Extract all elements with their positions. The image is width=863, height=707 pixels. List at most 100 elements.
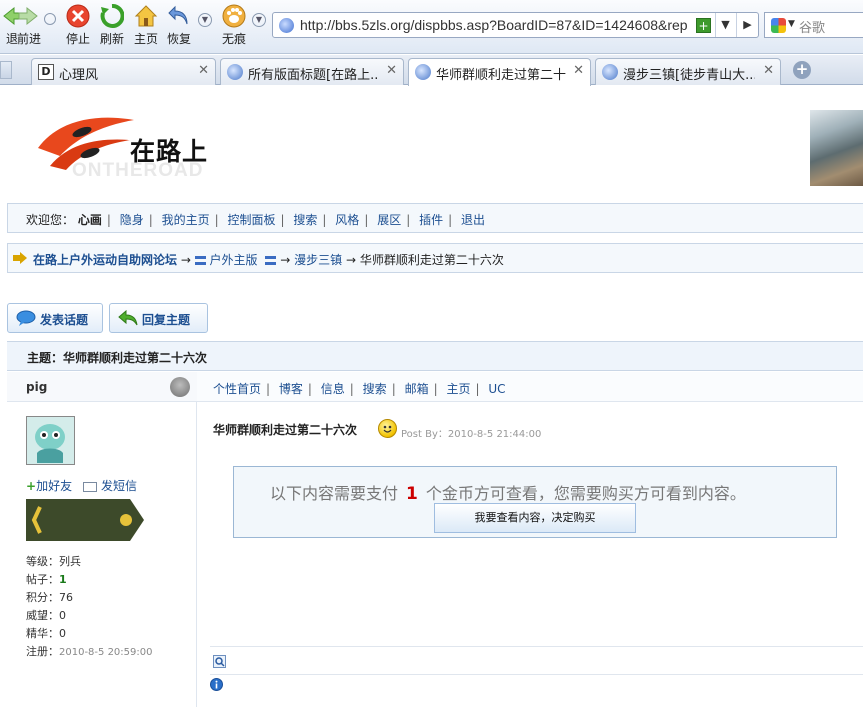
address-dropdown-icon[interactable]: ▼ [715, 13, 735, 37]
tab-close-icon[interactable]: ✕ [573, 63, 584, 78]
stop-button[interactable]: 停止 [64, 4, 92, 47]
google-icon [771, 18, 786, 33]
board-icon [194, 256, 206, 265]
author-header: pig [7, 372, 197, 402]
avatar[interactable] [26, 416, 75, 465]
home-icon [134, 5, 158, 27]
nav-link-logout[interactable]: 退出 [461, 213, 485, 227]
post-link-bar: 个性首页 | 博客 | 信息 | 搜索 | 邮箱 | 主页 | UC [197, 372, 863, 402]
address-url[interactable]: http://bbs.5zls.org/dispbbs.asp?BoardID=… [300, 17, 688, 33]
speech-bubble-icon [16, 310, 36, 326]
nav-link-my-home[interactable]: 我的主页 [162, 213, 210, 227]
post-title: 华师群顺利走过第二十六次 [213, 423, 358, 437]
author-link-blog[interactable]: 博客 [279, 382, 303, 396]
refresh-icon [100, 4, 124, 28]
nav-link-style[interactable]: 风格 [335, 213, 359, 227]
tab-xinlifeng[interactable]: D 心理风 ✕ [31, 58, 216, 85]
search-box[interactable]: ▼ 谷歌 [764, 12, 863, 38]
paw-icon [222, 4, 246, 28]
forum-favicon-icon [227, 64, 243, 80]
nav-link-plugins[interactable]: 插件 [419, 213, 443, 227]
stat-points: 积分：76 [26, 591, 73, 604]
new-topic-button[interactable]: 发表话题 [7, 303, 103, 333]
topic-title-bar: 主题：华师群顺利走过第二十六次 [7, 341, 863, 371]
info-icon[interactable] [210, 678, 223, 691]
nav-link-control-panel[interactable]: 控制面板 [228, 213, 276, 227]
tab-all-boards[interactable]: 所有版面标题[在路上... ✕ [220, 58, 404, 85]
nav-link-search[interactable]: 搜索 [293, 213, 317, 227]
stat-posts: 帖子：1 [26, 573, 67, 586]
pay-message: 以下内容需要支付 1 个金币方可查看，您需要购买方可看到内容。 [270, 484, 746, 504]
stat-registered: 注册：2010-8-5 20:59:00 [26, 645, 153, 658]
banner-photo [810, 110, 863, 186]
forum-favicon-icon [602, 64, 618, 80]
tab-close-icon[interactable]: ✕ [198, 63, 209, 78]
forum-favicon-icon [415, 64, 431, 80]
tab-manbu[interactable]: 漫步三镇[徒步青山大... ✕ [595, 58, 781, 85]
stat-prestige: 威望：0 [26, 609, 66, 622]
add-favorite-icon[interactable]: + [696, 18, 711, 33]
plus-icon: + [26, 479, 37, 493]
stat-essence: 精华：0 [26, 627, 66, 640]
paid-content-box: 以下内容需要支付 1 个金币方可查看，您需要购买方可看到内容。 我要查看内容，决定购… [233, 466, 837, 538]
divider [210, 646, 863, 647]
offline-status-icon [170, 377, 190, 397]
tab-current-topic[interactable]: 华师群顺利走过第二十... ✕ [408, 58, 591, 86]
incognito-button[interactable]: 无痕 [218, 4, 250, 47]
send-message-link[interactable]: 发短信 [83, 477, 137, 494]
author-link-homepage[interactable]: 主页 [446, 382, 470, 396]
go-arrow-icon[interactable]: ▶ [736, 13, 758, 37]
restore-button[interactable]: 恢复 [165, 4, 193, 47]
author-link-profile[interactable]: 个性首页 [213, 382, 261, 396]
undo-arrow-icon [168, 5, 188, 25]
tab-scroll-left[interactable] [0, 61, 12, 79]
reply-topic-button[interactable]: 回复主题 [109, 303, 208, 333]
page-icon [279, 18, 294, 33]
author-link-uc[interactable]: UC [488, 382, 505, 396]
rank-insignia-icon [26, 499, 144, 541]
author-name[interactable]: pig [26, 380, 47, 394]
tab-close-icon[interactable]: ✕ [386, 63, 397, 78]
welcome-bar: 欢迎您： 心画 | 隐身 | 我的主页 | 控制面板 | 搜索 | 风格 | 展区 | 插件 |… [7, 203, 863, 233]
tab-strip: D 心理风 ✕ 所有版面标题[在路上... ✕ 华师群顺利走过第二十... ✕ … [0, 55, 863, 86]
add-friend-link[interactable]: +加好友 [26, 477, 72, 494]
history-dropdown-icon[interactable] [44, 13, 56, 25]
home-button[interactable]: 主页 [132, 4, 160, 47]
welcome-user[interactable]: 心画 [78, 213, 102, 227]
author-link-search[interactable]: 搜索 [363, 382, 387, 396]
breadcrumb-board[interactable]: 户外主版 [210, 253, 258, 267]
tab-close-icon[interactable]: ✕ [763, 63, 774, 78]
logo-title: 在路上 [130, 137, 209, 166]
refresh-button[interactable]: 刷新 [98, 4, 126, 47]
board-icon [265, 256, 277, 265]
nav-link-gallery[interactable]: 展区 [377, 213, 401, 227]
topic-title: 主题：华师群顺利走过第二十六次 [27, 351, 208, 365]
address-bar[interactable]: http://bbs.5zls.org/dispbbs.asp?BoardID=… [272, 12, 759, 38]
divider [210, 674, 863, 675]
avatar-cartoon-icon [35, 424, 65, 463]
restore-dropdown-icon[interactable]: ▼ [198, 13, 212, 27]
forward-arrow-icon [18, 6, 38, 26]
stop-icon [66, 4, 90, 28]
author-link-mail[interactable]: 邮箱 [405, 382, 429, 396]
zoom-icon[interactable] [213, 655, 226, 668]
forward-button[interactable]: 前进 [16, 4, 42, 47]
search-placeholder[interactable]: 谷歌 [799, 17, 825, 36]
d-favicon-icon: D [38, 64, 54, 80]
search-engine-dropdown-icon[interactable]: ▼ [788, 19, 795, 29]
author-link-info[interactable]: 信息 [321, 382, 345, 396]
incognito-dropdown-icon[interactable]: ▼ [252, 13, 266, 27]
reply-arrow-icon [118, 310, 138, 326]
new-tab-icon[interactable]: + [793, 61, 811, 79]
breadcrumb: 在路上户外运动自助网论坛 → 户外主版 → 漫步三镇 → 华师群顺利走过第二十六… [7, 243, 863, 273]
nav-link-invisible[interactable]: 隐身 [120, 213, 144, 227]
site-logo[interactable]: ONTHEROAD 在路上 [30, 108, 240, 190]
breadcrumb-forum[interactable]: 在路上户外运动自助网论坛 [33, 253, 177, 267]
pointer-icon [13, 252, 27, 264]
breadcrumb-subboard[interactable]: 漫步三镇 [294, 253, 342, 267]
author-sidebar: +加好友 发短信 等级：列兵 帖子：1 积分：76 威望：0 精华：0 注册：2… [7, 402, 197, 707]
browser-toolbar: 退 前进 停止 刷新 主页 恢复 ▼ 无痕 ▼ http://bbs.5zls.… [0, 0, 863, 54]
stat-level: 等级：列兵 [26, 555, 81, 568]
envelope-icon [83, 481, 97, 492]
buy-content-button[interactable]: 我要查看内容，决定购买 [434, 503, 636, 533]
